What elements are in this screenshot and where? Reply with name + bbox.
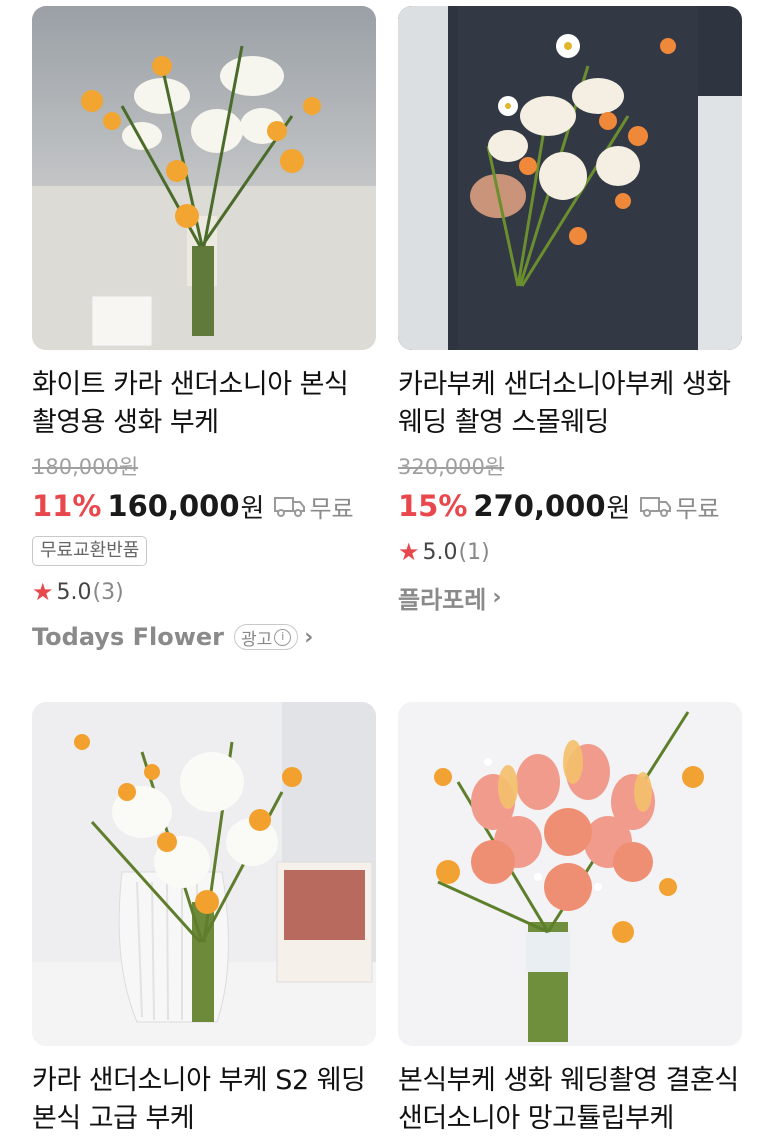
- free-return-badge: 무료교환반품: [32, 536, 148, 566]
- sale-price: 270,000: [473, 489, 606, 523]
- bouquet-photo: [398, 702, 742, 1046]
- product-card[interactable]: 화이트 카라 샌더소니아 본식 촬영용 생화 부케 180,000원 11% 1…: [32, 6, 376, 654]
- product-image[interactable]: [32, 702, 376, 1046]
- product-title[interactable]: 화이트 카라 샌더소니아 본식 촬영용 생화 부케: [32, 366, 376, 444]
- star-icon: ★: [32, 578, 54, 606]
- product-image[interactable]: [398, 702, 742, 1046]
- product-image[interactable]: [32, 6, 376, 350]
- ad-label: 광고: [241, 629, 273, 650]
- shipping-label: 무료: [309, 494, 354, 523]
- product-image[interactable]: [398, 6, 742, 350]
- seller-link[interactable]: 플라포레 ›: [398, 580, 742, 614]
- seller-name: 플라포레: [398, 585, 487, 614]
- bouquet-photo: [398, 6, 742, 350]
- rating-score: 5.0: [422, 539, 458, 565]
- product-card[interactable]: 카라부케 샌더소니아부케 생화 웨딩 촬영 스몰웨딩 320,000원 15% …: [398, 6, 742, 614]
- discount-rate: 11%: [32, 489, 102, 523]
- product-card[interactable]: 카라 샌더소니아 부케 S2 웨딩 본식 고급 부케: [32, 702, 376, 1140]
- chevron-right-icon: ›: [304, 624, 314, 650]
- rating: ★ 5.0 (3): [32, 576, 376, 608]
- price-row: 11% 160,000 원 무료: [32, 486, 376, 526]
- truck-icon: [274, 497, 306, 517]
- price-row: 15% 270,000 원 무료: [398, 486, 742, 526]
- product-title[interactable]: 카라부케 샌더소니아부케 생화 웨딩 촬영 스몰웨딩: [398, 366, 742, 444]
- bouquet-photo: [32, 6, 376, 350]
- rating: ★ 5.0 (1): [398, 536, 742, 568]
- shipping-label: 무료: [675, 494, 720, 523]
- shipping-info: 무료: [274, 489, 354, 524]
- discount-rate: 15%: [398, 489, 468, 523]
- chevron-right-icon: ›: [492, 584, 502, 610]
- star-icon: ★: [398, 538, 420, 566]
- bouquet-photo: [32, 702, 376, 1046]
- review-count: (1): [458, 539, 490, 565]
- rating-score: 5.0: [56, 579, 92, 605]
- sale-price: 160,000: [107, 489, 240, 523]
- original-price: 320,000원: [398, 455, 505, 479]
- product-grid: 화이트 카라 샌더소니아 본식 촬영용 생화 부케 180,000원 11% 1…: [0, 0, 773, 1147]
- review-count: (3): [92, 579, 124, 605]
- original-price: 180,000원: [32, 455, 139, 479]
- seller-link[interactable]: Todays Flower 광고 i ›: [32, 620, 376, 654]
- info-icon: i: [274, 628, 292, 646]
- product-card[interactable]: 본식부케 생화 웨딩촬영 결혼식 샌더소니아 망고튤립부케: [398, 702, 742, 1140]
- currency-label: 원: [606, 493, 631, 524]
- seller-name: Todays Flower: [32, 623, 224, 651]
- currency-label: 원: [240, 493, 265, 524]
- product-title[interactable]: 카라 샌더소니아 부케 S2 웨딩 본식 고급 부케: [32, 1062, 376, 1140]
- shipping-info: 무료: [640, 489, 720, 524]
- ad-badge[interactable]: 광고 i: [234, 624, 299, 650]
- product-title[interactable]: 본식부케 생화 웨딩촬영 결혼식 샌더소니아 망고튤립부케: [398, 1062, 742, 1140]
- truck-icon: [640, 497, 672, 517]
